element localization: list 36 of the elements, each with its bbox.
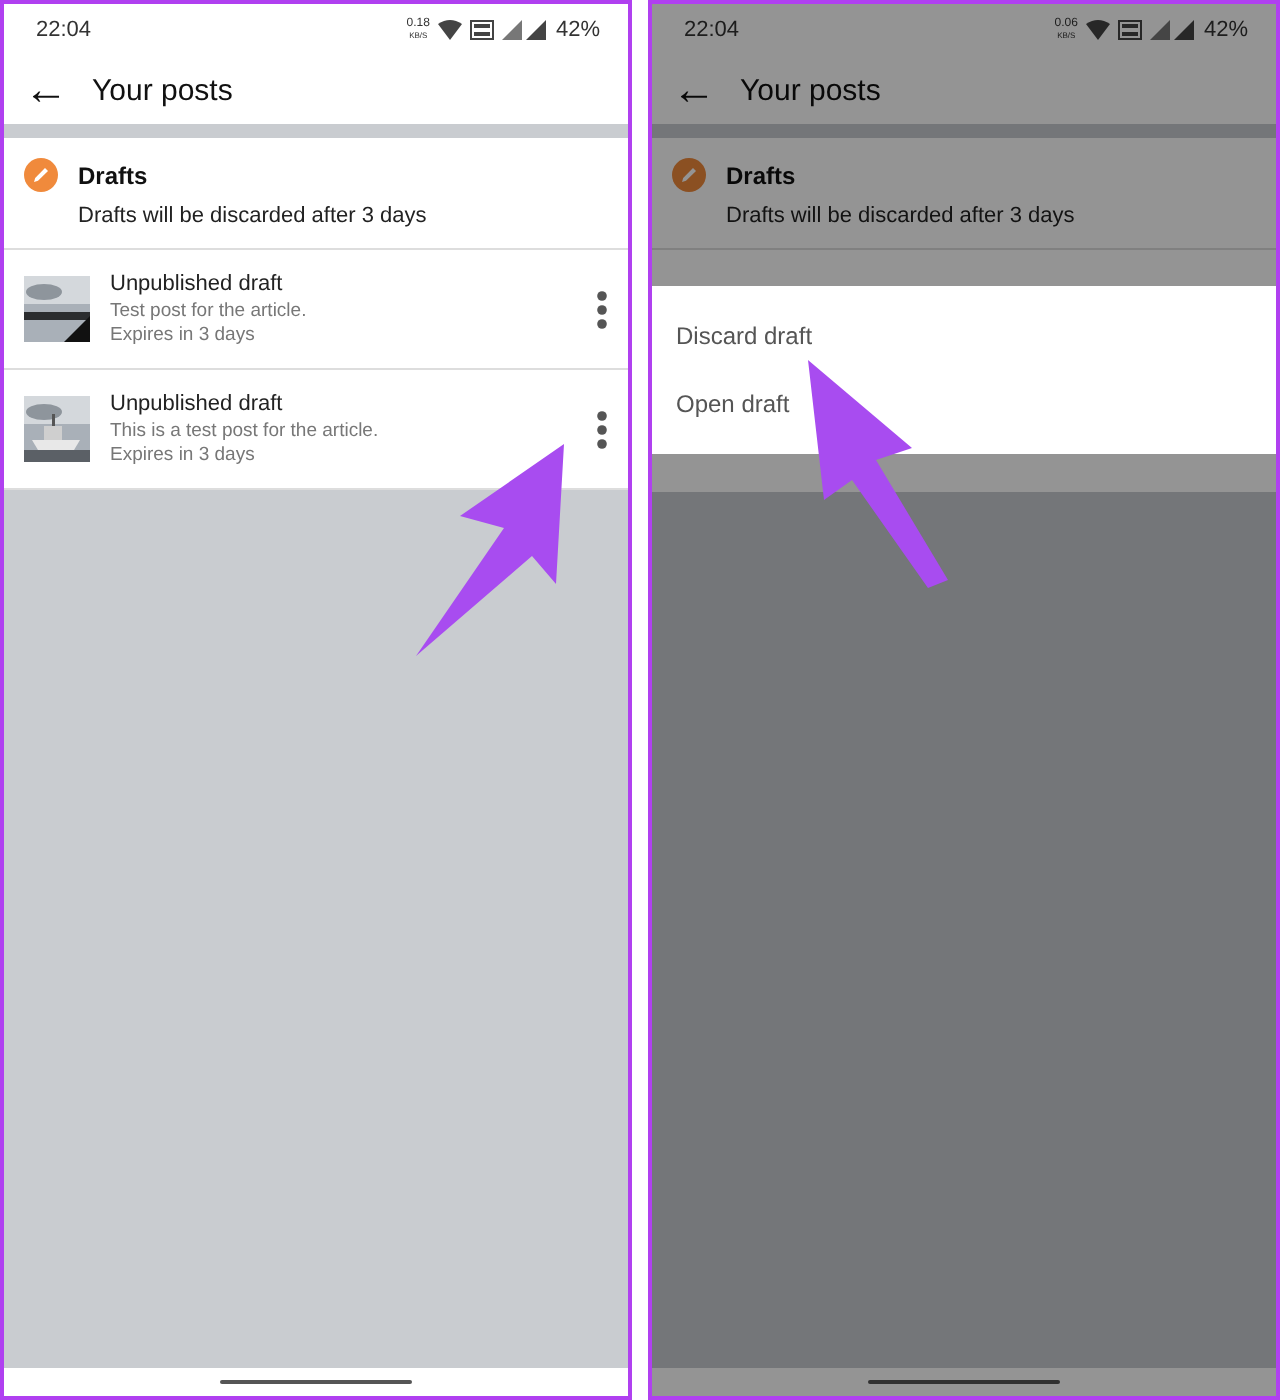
draft-row[interactable]: Unpublished draft Test post for the article. Expires in 3 days (4, 250, 628, 370)
expiry-text: Expires in 3 days (110, 443, 257, 467)
draft-title: Unpublished draft (110, 271, 285, 295)
signal-icon (1173, 20, 1194, 40)
volte-icon (469, 20, 494, 40)
menu-item[interactable]: Discard draft (652, 302, 1276, 370)
battery-level: 42% (1203, 18, 1248, 42)
wifi-icon (437, 20, 462, 40)
status-time: 22:04 (36, 18, 94, 42)
menu-item[interactable]: Open draft (652, 370, 1276, 438)
page-title: Your posts (740, 73, 881, 107)
drafts-note: Drafts will be discarded after 3 days (78, 204, 429, 228)
expiry-text: Expires in 3 days (110, 323, 257, 347)
draft-title: Unpublished draft (110, 391, 285, 415)
drafts-note: Drafts will be discarded after 3 days (726, 204, 1077, 228)
back-button[interactable]: ← (24, 68, 68, 112)
draft-text: Test post for the article. (110, 299, 309, 323)
section-title: Drafts (78, 161, 148, 189)
signal-icon (501, 20, 522, 40)
draft-text: This is a test post for the article. (110, 419, 381, 443)
battery-level: 42% (555, 18, 600, 42)
back-button[interactable]: ← (672, 68, 716, 112)
signal-icon (525, 20, 546, 40)
wifi-icon (1085, 20, 1110, 40)
more-icon[interactable] (596, 289, 608, 329)
volte-icon (1117, 20, 1142, 40)
pencil-icon (672, 158, 706, 192)
home-handle[interactable] (868, 1380, 1060, 1384)
page-title: Your posts (92, 73, 233, 107)
signal-icon (1149, 20, 1170, 40)
pencil-icon (24, 158, 58, 192)
draft-row[interactable]: Unpublished draft This is a test post for the article. Expires in 3 days (4, 370, 628, 490)
status-time: 22:04 (684, 18, 742, 42)
more-icon[interactable] (596, 409, 608, 449)
section-title: Drafts (726, 161, 796, 189)
home-handle[interactable] (220, 1380, 412, 1384)
